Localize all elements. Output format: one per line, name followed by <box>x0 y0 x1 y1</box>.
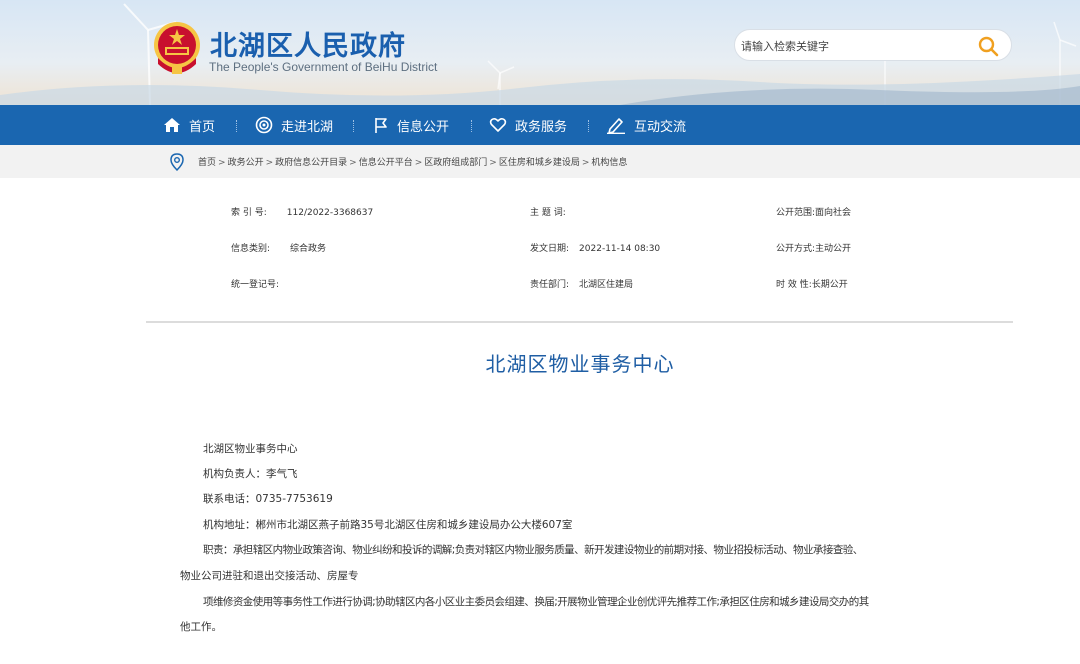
main-nav: 首页 走进北湖 信息公开 政务服务 互动交流 <box>0 105 1080 145</box>
nav-item-label: 互动交流 <box>634 119 687 135</box>
meta-index: 索 引 号: 112/2022-3368637 <box>231 205 373 218</box>
divider <box>146 321 1013 323</box>
meta-value: 综合政务 <box>290 244 327 254</box>
breadcrumb: 首页 > 政务公开 > 政府信息公开目录 > 信息公开平台 > 区政府组成部门 > 区住房和城乡建设… <box>198 158 628 168</box>
national-emblem-icon <box>154 22 200 74</box>
article-paragraph: 北湖区物业事务中心 <box>203 443 298 455</box>
breadcrumb-link[interactable]: 区住房和城乡建设局 <box>499 158 580 168</box>
meta-category: 信息类别: 综合政务 <box>231 241 326 254</box>
meta-value: 2022-11-14 08:30 <box>579 244 661 254</box>
meta-value: 主动公开 <box>815 244 852 254</box>
breadcrumb-link[interactable]: 区政府组成部门 <box>424 158 487 168</box>
nav-separator <box>353 120 354 132</box>
breadcrumb-link[interactable]: 首页 <box>198 158 216 168</box>
meta-mode: 公开方式:主动公开 <box>776 241 851 254</box>
nav-separator <box>236 120 237 132</box>
meta-label: 公开范围: <box>776 208 816 218</box>
pen-icon <box>607 118 625 134</box>
site-title[interactable]: 北湖区人民政府 <box>210 24 406 63</box>
meta-label: 公开方式: <box>776 244 816 254</box>
meta-scope: 公开范围:面向社会 <box>776 205 851 218</box>
nav-item-interaction[interactable]: 互动交流 <box>606 105 686 145</box>
breadcrumb-current[interactable]: 机构信息 <box>591 158 627 168</box>
meta-label: 责任部门: <box>530 280 570 290</box>
heart-icon <box>489 117 507 132</box>
breadcrumb-link[interactable]: 信息公开平台 <box>359 158 413 168</box>
meta-value: 112/2022-3368637 <box>286 208 374 218</box>
search-box <box>734 29 1012 61</box>
home-icon <box>164 118 180 132</box>
meta-validity: 时 效 性:长期公开 <box>776 277 848 290</box>
nav-item-label: 首页 <box>189 119 216 135</box>
meta-value: 面向社会 <box>815 208 852 218</box>
article-paragraph: 联系电话：0735-7753619 <box>203 493 333 505</box>
meta-label: 信息类别: <box>231 244 271 254</box>
search-icon[interactable] <box>977 35 999 57</box>
nav-item-label: 走进北湖 <box>281 119 334 135</box>
header-banner: 北湖区人民政府 The People's Government of BeiHu… <box>0 0 1080 105</box>
breadcrumb-bar: 首页 > 政务公开 > 政府信息公开目录 > 信息公开平台 > 区政府组成部门 > 区住房和城乡建设… <box>0 145 1080 178</box>
meta-department: 责任部门: 北湖区住建局 <box>530 277 633 290</box>
nav-item-label: 信息公开 <box>397 119 450 135</box>
meta-label: 时 效 性: <box>776 280 812 290</box>
article-paragraph: 机构负责人：李气飞 <box>203 468 298 480</box>
nav-item-about[interactable]: 走进北湖 <box>255 105 333 145</box>
meta-label: 统一登记号: <box>231 280 280 290</box>
article-paragraph: 职责：承担辖区内物业政策咨询、物业纠纷和投诉的调解;负责对辖区内物业服务质量、新… <box>203 544 863 556</box>
search-input[interactable] <box>741 36 961 56</box>
meta-registration: 统一登记号: <box>231 277 299 290</box>
flag-icon <box>375 118 387 133</box>
meta-label: 主 题 词: <box>530 208 566 218</box>
meta-date: 发文日期: 2022-11-14 08:30 <box>530 241 660 254</box>
article-paragraph: 项维修资金使用等事务性工作进行协调;协助辖区内各小区业主委员会组建、换届;开展物… <box>203 596 869 608</box>
nav-item-home[interactable]: 首页 <box>163 105 215 145</box>
nav-item-gov-services[interactable]: 政务服务 <box>489 105 567 145</box>
meta-label: 发文日期: <box>530 244 570 254</box>
meta-label: 索 引 号: <box>231 208 267 218</box>
nav-separator <box>471 120 472 132</box>
site-subtitle: The People's Government of BeiHu Distric… <box>209 60 438 74</box>
article-title: 北湖区物业事务中心 <box>485 352 675 376</box>
location-pin-icon <box>170 153 184 171</box>
breadcrumb-link[interactable]: 政府信息公开目录 <box>275 158 347 168</box>
article-paragraph: 物业公司进驻和退出交接活动、房屋专 <box>180 570 359 582</box>
target-icon <box>255 116 273 134</box>
nav-item-info-disclosure[interactable]: 信息公开 <box>373 105 449 145</box>
nav-item-label: 政务服务 <box>515 119 568 135</box>
meta-value: 北湖区住建局 <box>579 280 634 290</box>
nav-separator <box>588 120 589 132</box>
meta-topic: 主 题 词: <box>530 205 586 218</box>
article-paragraph: 机构地址：郴州市北湖区燕子前路35号北湖区住房和城乡建设局办公大楼607室 <box>203 519 573 531</box>
article-paragraph: 他工作。 <box>180 621 222 633</box>
meta-value: 长期公开 <box>811 280 848 290</box>
breadcrumb-link[interactable]: 政务公开 <box>228 158 264 168</box>
